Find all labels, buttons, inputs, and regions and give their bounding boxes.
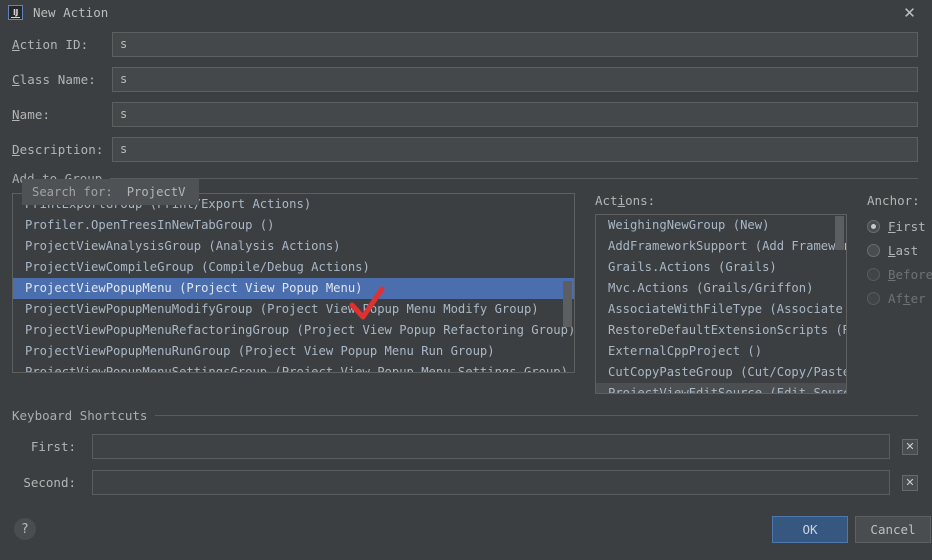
anchor-option-after: After: [867, 286, 932, 310]
actions-list-scrollbar[interactable]: [834, 216, 845, 392]
group-panels: PrintExportGroup (Print/Export Actions) …: [12, 179, 932, 394]
anchor-option-label: Last: [888, 243, 918, 258]
list-item[interactable]: Mvc.Actions (Grails/Griffon): [596, 278, 846, 299]
actions-label: Actions:: [595, 193, 847, 209]
search-value: ProjectV: [126, 185, 186, 199]
anchor-option-label: After: [888, 291, 926, 306]
actions-label-a: Act: [595, 193, 618, 208]
mnemonic-char: C: [12, 71, 20, 87]
mnemonic-char: D: [12, 141, 20, 157]
radio-icon: [867, 291, 880, 305]
group-list-rows: PrintExportGroup (Print/Export Actions) …: [13, 194, 574, 372]
window-title: New Action: [33, 5, 109, 20]
keyboard-shortcuts-header: Keyboard Shortcuts: [12, 408, 918, 423]
list-item[interactable]: ProjectViewPopupMenuRefactoringGroup (Pr…: [13, 320, 574, 341]
list-item[interactable]: ProjectViewPopupMenuModifyGroup (Project…: [13, 299, 574, 320]
ok-button[interactable]: OK: [772, 516, 848, 543]
mnemonic-char: A: [12, 36, 20, 52]
anchor-option-label: First: [888, 219, 926, 234]
list-item[interactable]: WeighingNewGroup (New): [596, 215, 846, 236]
help-button[interactable]: ?: [14, 518, 36, 540]
keyboard-shortcuts-title: Keyboard Shortcuts: [12, 408, 148, 423]
mnemonic-char: i: [617, 193, 626, 208]
intellij-logo-icon: IJ: [8, 5, 23, 20]
action-id-input[interactable]: s: [112, 31, 918, 57]
list-item[interactable]: AddFrameworkSupport (Add Framework: [596, 236, 846, 257]
description-label: Description:: [12, 142, 112, 157]
first-shortcut-label: First:: [30, 439, 76, 454]
clear-second-shortcut-icon[interactable]: ✕: [902, 474, 918, 491]
clear-first-shortcut-icon[interactable]: ✕: [902, 438, 918, 455]
list-item-selected[interactable]: ProjectViewPopupMenu (Project View Popup…: [13, 278, 574, 299]
group-divider: [110, 178, 918, 179]
actions-list-rows: WeighingNewGroup (New) AddFrameworkSuppo…: [596, 215, 846, 393]
anchor-option-label: Before: [888, 267, 932, 282]
group-list-scrollbar[interactable]: [562, 195, 573, 371]
anchor-label: Anchor:: [867, 193, 920, 208]
label-text: ame:: [19, 106, 51, 122]
list-item[interactable]: ProjectViewEditSource (Edit Source): [596, 383, 846, 393]
list-item[interactable]: ProjectViewPopupMenuRunGroup (Project Vi…: [13, 341, 574, 362]
mnemonic-char: B: [888, 266, 896, 282]
list-item[interactable]: Grails.Actions (Grails): [596, 257, 846, 278]
list-item[interactable]: CutCopyPasteGroup (Cut/Copy/Paste A: [596, 362, 846, 383]
label-text: efore: [895, 266, 932, 282]
actions-label-b: ons:: [625, 193, 656, 208]
scrollbar-thumb[interactable]: [835, 216, 844, 250]
list-item[interactable]: ProjectViewPopupMenuSettingsGroup (Proje…: [13, 362, 574, 372]
list-item[interactable]: ExternalCppProject (): [596, 341, 846, 362]
scrollbar-thumb[interactable]: [563, 281, 572, 327]
label-text: irst: [895, 218, 926, 234]
description-input[interactable]: s: [112, 136, 918, 162]
add-to-group-panel: PrintExportGroup (Print/Export Actions) …: [12, 179, 575, 394]
class-name-label: Class Name:: [12, 72, 112, 87]
radio-icon: [867, 267, 880, 281]
form-row-name: Name: s: [12, 101, 918, 127]
form-row-action-id: Action ID: s: [12, 31, 918, 57]
shortcut-row-first: First: ✕: [12, 434, 918, 459]
second-shortcut-label: Second:: [23, 475, 76, 490]
anchor-option-last[interactable]: Last: [867, 238, 932, 262]
dialog-footer: ? OK Cancel: [0, 510, 932, 560]
second-shortcut-input[interactable]: [92, 470, 890, 495]
actions-panel: Actions: WeighingNewGroup (New) AddFrame…: [595, 193, 847, 394]
mnemonic-char: N: [12, 106, 20, 122]
list-item[interactable]: ProjectViewAnalysisGroup (Analysis Actio…: [13, 236, 574, 257]
window-titlebar: IJ New Action ✕: [0, 0, 932, 25]
label-text: ast: [895, 242, 919, 258]
group-divider: [155, 415, 918, 416]
first-shortcut-input[interactable]: [92, 434, 890, 459]
action-id-label: Action ID:: [12, 37, 112, 52]
action-form: Action ID: s Class Name: s Name: s Descr…: [0, 25, 932, 162]
search-popup: Search for: ProjectV: [22, 179, 200, 205]
group-list[interactable]: PrintExportGroup (Print/Export Actions) …: [12, 193, 575, 373]
label-text-b: er: [910, 290, 926, 306]
mnemonic-char: L: [888, 242, 896, 258]
mnemonic-char: F: [888, 218, 896, 234]
anchor-option-first[interactable]: First: [867, 214, 932, 238]
label-text: escription:: [19, 141, 104, 157]
anchor-option-before: Before: [867, 262, 932, 286]
name-input[interactable]: s: [112, 101, 918, 127]
form-row-class-name: Class Name: s: [12, 66, 918, 92]
list-item[interactable]: RestoreDefaultExtensionScripts (Res: [596, 320, 846, 341]
label-text: Af: [888, 290, 904, 306]
mnemonic-char: t: [903, 290, 911, 306]
list-item[interactable]: Profiler.OpenTreesInNewTabGroup (): [13, 215, 574, 236]
search-label: Search for:: [32, 185, 113, 199]
cancel-button[interactable]: Cancel: [855, 516, 931, 543]
name-label: Name:: [12, 107, 112, 122]
list-item[interactable]: ProjectViewCompileGroup (Compile/Debug A…: [13, 257, 574, 278]
shortcut-row-second: Second: ✕: [12, 470, 918, 495]
form-row-description: Description: s: [12, 136, 918, 162]
list-item[interactable]: AssociateWithFileType (Associate wi: [596, 299, 846, 320]
label-text: lass Name:: [19, 71, 96, 87]
class-name-input[interactable]: s: [112, 66, 918, 92]
label-text: ction ID:: [19, 36, 89, 52]
anchor-group: Anchor: First Last Before After: [867, 193, 932, 394]
close-icon[interactable]: ✕: [887, 0, 932, 25]
actions-list[interactable]: WeighingNewGroup (New) AddFrameworkSuppo…: [595, 214, 847, 394]
radio-icon[interactable]: [867, 243, 880, 257]
radio-icon[interactable]: [867, 219, 880, 233]
